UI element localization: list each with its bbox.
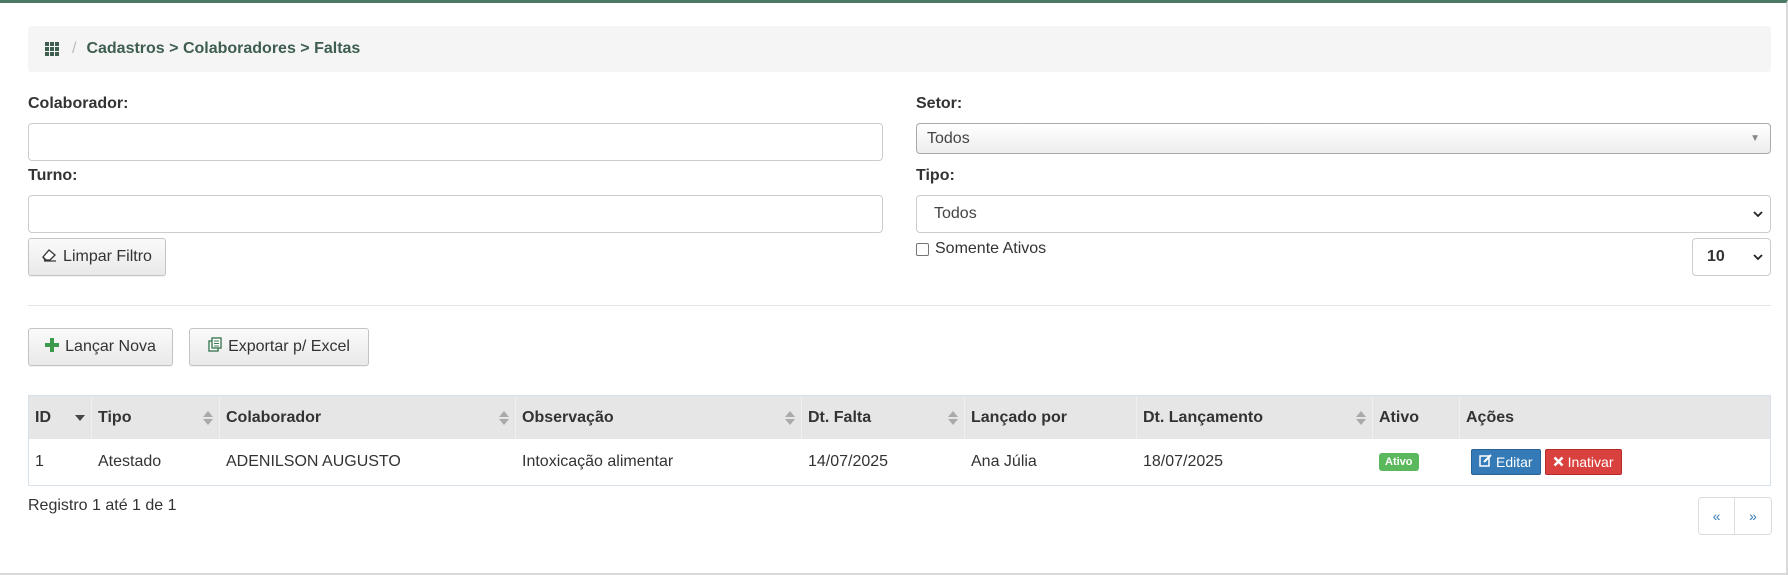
page-frame: / Cadastros > Colaboradores > Faltas Col…: [0, 0, 1788, 575]
new-absence-button[interactable]: Lançar Nova: [28, 328, 173, 366]
edit-button[interactable]: Editar: [1471, 449, 1541, 475]
prev-page-button[interactable]: «: [1698, 497, 1735, 535]
page-size-select[interactable]: 10: [1692, 238, 1771, 276]
turno-label: Turno:: [28, 167, 78, 184]
inactivate-button[interactable]: Inativar: [1544, 449, 1622, 475]
column-header-dt-lancamento[interactable]: Dt. Lançamento: [1137, 396, 1373, 439]
colaborador-input[interactable]: [28, 123, 883, 161]
edit-label: Editar: [1496, 454, 1533, 470]
status-badge: Ativo: [1379, 453, 1419, 471]
export-excel-button[interactable]: Exportar p/ Excel: [189, 328, 369, 366]
chevron-down-icon: [1752, 239, 1764, 275]
absences-table: ID Tipo Colaborador Observação Dt. Falta…: [28, 395, 1771, 486]
caret-down-icon: ▼: [1750, 133, 1760, 144]
cell-colaborador: ADENILSON AUGUSTO: [226, 453, 401, 470]
close-icon: [1553, 454, 1564, 470]
next-page-button[interactable]: »: [1735, 497, 1772, 535]
column-header-acoes: Ações: [1466, 408, 1515, 426]
only-active-filter[interactable]: Somente Ativos: [916, 240, 1046, 258]
clear-filter-button[interactable]: Limpar Filtro: [28, 238, 166, 276]
sort-icon: [1356, 396, 1366, 439]
breadcrumb: / Cadastros > Colaboradores > Faltas: [28, 26, 1771, 72]
page-size-value: 10: [1707, 248, 1725, 265]
cell-ativo: Ativo: [1373, 439, 1460, 485]
breadcrumb-path[interactable]: Cadastros > Colaboradores > Faltas: [86, 40, 360, 58]
pagination: « »: [1698, 497, 1772, 535]
table-header: ID Tipo Colaborador Observação Dt. Falta…: [29, 396, 1770, 439]
cell-dt-lancamento: 18/07/2025: [1143, 453, 1224, 470]
column-header-observacao[interactable]: Observação: [516, 396, 802, 439]
setor-label: Setor:: [916, 95, 963, 112]
column-header-id[interactable]: ID: [29, 396, 92, 439]
breadcrumb-separator: /: [72, 40, 77, 57]
cell-tipo: Atestado: [98, 453, 162, 470]
only-active-checkbox[interactable]: [916, 242, 929, 256]
colaborador-label: Colaborador:: [28, 95, 129, 112]
clear-filter-label: Limpar Filtro: [63, 248, 152, 265]
apps-grid-icon[interactable]: [44, 41, 60, 57]
sort-desc-icon: [75, 396, 85, 439]
sort-icon: [203, 396, 213, 439]
cell-dt-falta: 14/07/2025: [808, 453, 889, 470]
copy-icon: [208, 337, 222, 357]
tipo-select[interactable]: Todos: [916, 195, 1771, 233]
sort-icon: [785, 396, 795, 439]
section-divider: [28, 305, 1771, 306]
cell-id: 1: [35, 453, 44, 470]
cell-acoes: Editar Inativar: [1460, 439, 1770, 485]
turno-input[interactable]: [28, 195, 883, 233]
column-header-colaborador[interactable]: Colaborador: [220, 396, 516, 439]
cell-lancado-por: Ana Júlia: [971, 453, 1037, 470]
setor-selected-value: Todos: [927, 129, 970, 147]
cell-observacao: Intoxicação alimentar: [522, 453, 674, 470]
new-absence-label: Lançar Nova: [65, 338, 156, 355]
tipo-label: Tipo:: [916, 167, 955, 184]
tipo-selected-value: Todos: [934, 205, 977, 222]
sort-icon: [499, 396, 509, 439]
column-header-dt-falta[interactable]: Dt. Falta: [802, 396, 965, 439]
edit-icon: [1479, 454, 1492, 470]
column-header-tipo[interactable]: Tipo: [92, 396, 220, 439]
table-info: Registro 1 até 1 de 1: [28, 497, 177, 514]
only-active-label: Somente Ativos: [935, 240, 1047, 257]
column-header-lancado-por: Lançado por: [965, 396, 1137, 439]
column-header-ativo: Ativo: [1373, 396, 1460, 439]
setor-select[interactable]: Todos ▼: [916, 123, 1771, 154]
plus-icon: [45, 337, 60, 357]
export-excel-label: Exportar p/ Excel: [228, 338, 350, 355]
table-row: 1 Atestado ADENILSON AUGUSTO Intoxicação…: [29, 439, 1770, 485]
eraser-icon: [42, 248, 57, 267]
sort-icon: [948, 396, 958, 439]
inactivate-label: Inativar: [1567, 454, 1614, 470]
chevron-down-icon: [1752, 196, 1764, 232]
